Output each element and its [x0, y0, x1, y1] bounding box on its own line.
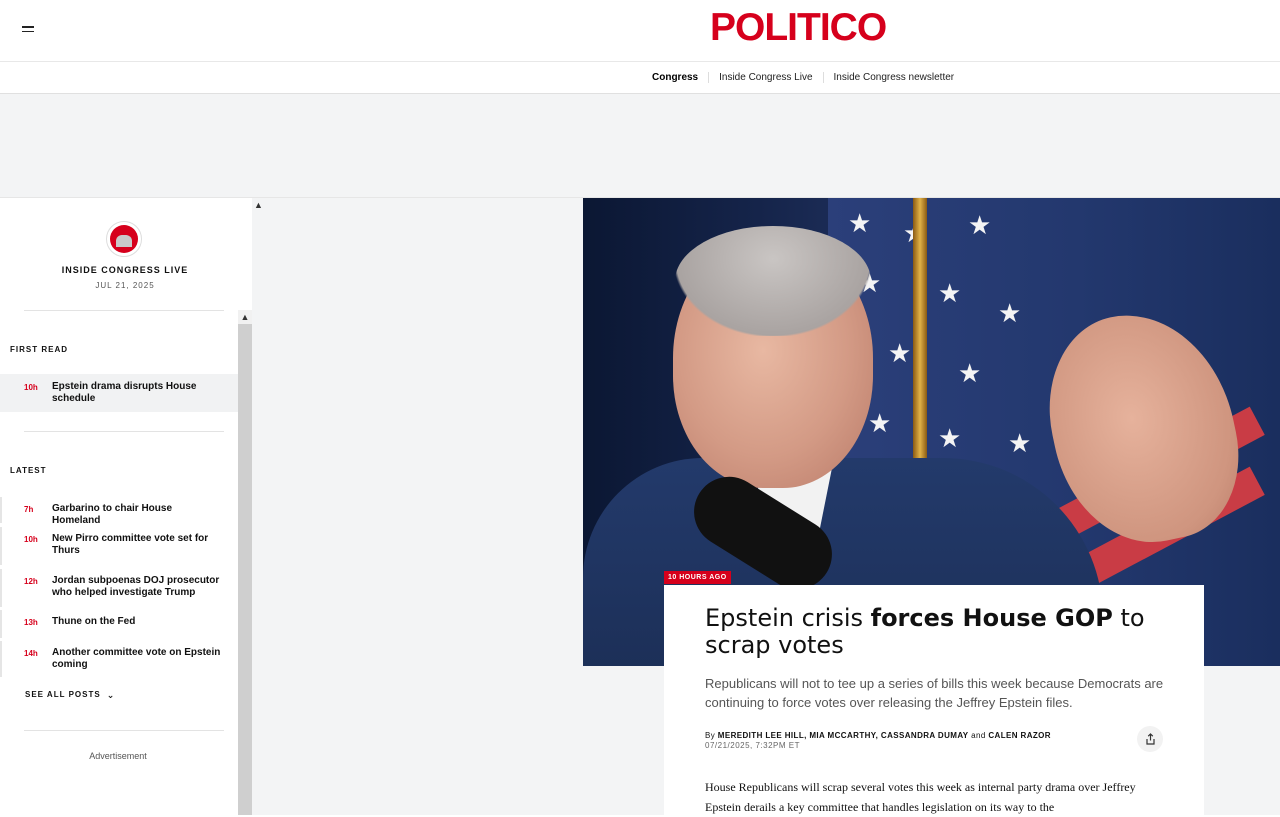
list-item[interactable]: 14h Another committee vote on Epstein co…: [0, 641, 238, 677]
list-item[interactable]: 12h Jordan subpoenas DOJ prosecutor who …: [0, 569, 238, 607]
sidebar-scrollbar[interactable]: ▲: [238, 310, 252, 815]
time-badge: 10 HOURS AGO: [664, 571, 731, 584]
see-all-posts-button[interactable]: SEE ALL POSTS ⌄: [25, 689, 115, 700]
politico-logo[interactable]: POLITICO: [710, 6, 887, 50]
article-dateline: 07/21/2025, 7:32PM ET: [705, 741, 800, 750]
post-headline[interactable]: Epstein drama disrupts House schedule: [52, 381, 222, 412]
article-dek: Republicans will not to tee up a series …: [705, 676, 1164, 710]
subnav-inside-congress-newsletter[interactable]: Inside Congress newsletter: [822, 72, 965, 83]
advertisement-label: Advertisement: [89, 751, 147, 761]
list-item[interactable]: 10h New Pirro committee vote set for Thu…: [0, 527, 238, 565]
post-age: 7h: [24, 505, 34, 514]
scroll-up-arrow-icon[interactable]: ▲: [238, 310, 252, 324]
author-links[interactable]: MEREDITH LEE HILL, MIA MCCARTHY, CASSAND…: [718, 731, 969, 740]
hamburger-menu-icon[interactable]: [22, 26, 34, 34]
latest-label: LATEST: [10, 466, 47, 475]
post-headline[interactable]: Garbarino to chair House Homeland: [52, 503, 222, 526]
author-link[interactable]: CALEN RAZOR: [988, 731, 1051, 740]
scroll-up-arrow-icon[interactable]: ▲: [254, 200, 263, 210]
post-age: 14h: [24, 649, 38, 658]
capitol-dome-icon: [106, 221, 142, 257]
share-icon: [1145, 733, 1155, 745]
divider: [24, 730, 224, 731]
list-item[interactable]: 13h Thune on the Fed: [0, 610, 238, 638]
see-all-label: SEE ALL POSTS: [25, 690, 101, 699]
article-card: Epstein crisis forces House GOP to scrap…: [664, 585, 1204, 815]
article-headline[interactable]: Epstein crisis forces House GOP to scrap…: [705, 605, 1165, 659]
divider: [24, 431, 224, 432]
post-age: 13h: [24, 618, 38, 627]
live-blog-title[interactable]: INSIDE CONGRESS LIVE: [0, 265, 250, 275]
article-byline: By MEREDITH LEE HILL, MIA MCCARTHY, CASS…: [705, 731, 1051, 740]
section-subnav: Congress Inside Congress Live Inside Con…: [0, 62, 1280, 94]
subnav-congress[interactable]: Congress: [652, 72, 708, 83]
article-body: House Republicans will scrap several vot…: [705, 780, 1136, 814]
site-header: POLITICO: [0, 0, 1280, 62]
ad-banner-area: [0, 94, 1280, 198]
post-headline[interactable]: New Pirro committee vote set for Thurs: [52, 533, 222, 565]
post-headline[interactable]: Jordan subpoenas DOJ prosecutor who help…: [52, 575, 222, 607]
list-item[interactable]: 10h Epstein drama disrupts House schedul…: [0, 374, 238, 412]
chevron-down-icon: ⌄: [106, 690, 116, 700]
divider: [24, 310, 224, 311]
live-blog-date: JUL 21, 2025: [95, 281, 155, 290]
share-button[interactable]: [1137, 726, 1163, 752]
post-age: 12h: [24, 577, 38, 586]
post-headline[interactable]: Another committee vote on Epstein coming: [52, 647, 222, 677]
sidebar-outer-scrollbar[interactable]: ▲: [252, 198, 266, 815]
subnav-inside-congress-live[interactable]: Inside Congress Live: [708, 72, 822, 83]
list-item[interactable]: 7h Garbarino to chair House Homeland: [0, 497, 238, 526]
post-age: 10h: [24, 535, 38, 544]
first-read-label: FIRST READ: [10, 345, 68, 354]
post-headline[interactable]: Thune on the Fed: [52, 616, 222, 638]
post-age: 10h: [24, 383, 38, 392]
